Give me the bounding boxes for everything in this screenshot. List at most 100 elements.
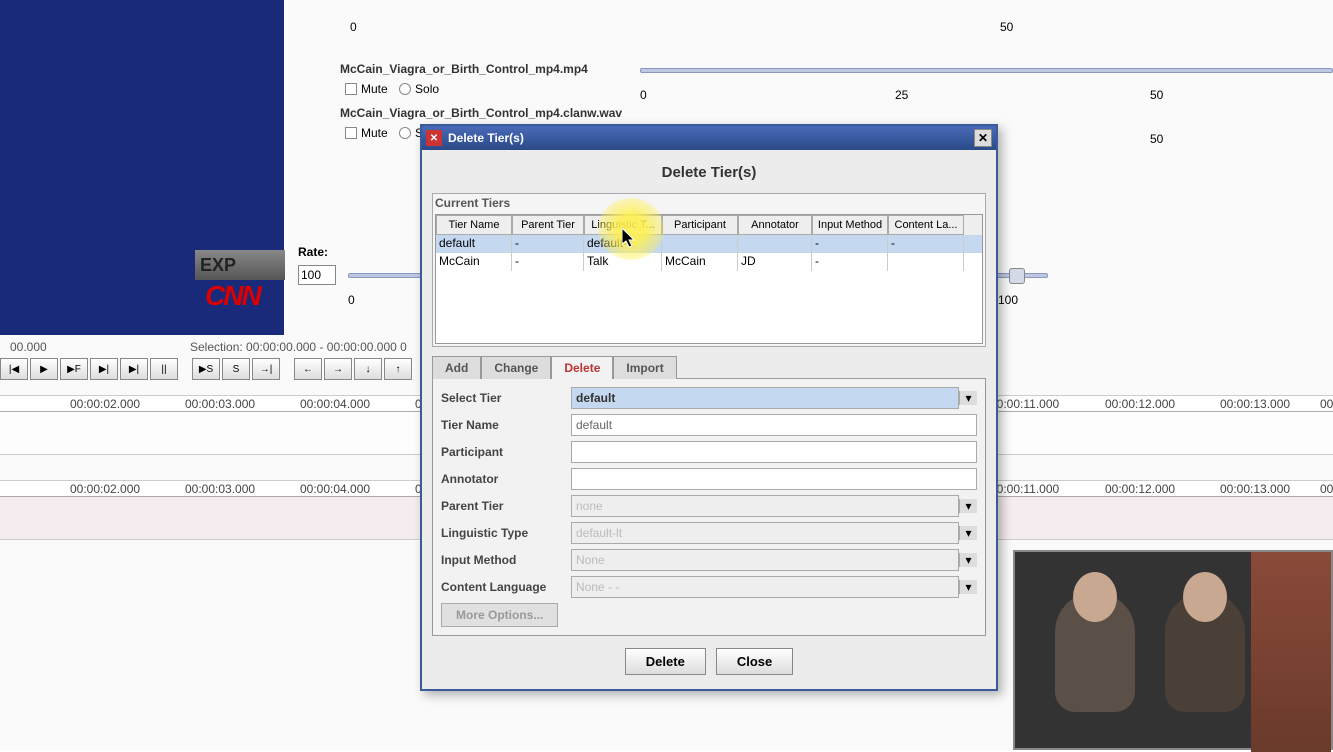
rate-label: Rate: xyxy=(298,245,336,259)
rate-max: 100 xyxy=(998,293,1018,307)
tl1-t11: 00:00:11.000 xyxy=(990,397,1059,411)
chevron-down-icon[interactable]: ▾ xyxy=(959,391,977,405)
axis2-tick-50: 50 xyxy=(1150,88,1163,102)
ctrl-next[interactable]: ▶| xyxy=(90,358,118,380)
tl1-t12: 00:00:12.000 xyxy=(1105,397,1175,411)
axis3-tick-50: 50 xyxy=(1150,132,1163,146)
col-linguistic-type[interactable]: Linguistic T... xyxy=(584,215,662,235)
axis2-tick-0: 0 xyxy=(640,88,647,102)
tab-import[interactable]: Import xyxy=(613,356,676,379)
media-file-2: McCain_Viagra_or_Birth_Control_mp4.clanw… xyxy=(340,106,622,120)
tl2-t14: 00:00:14.000 xyxy=(1320,482,1333,496)
ctrl-play-frame[interactable]: ▶F xyxy=(60,358,88,380)
chevron-down-icon: ▾ xyxy=(959,499,977,513)
current-tiers-label: Current Tiers xyxy=(435,196,983,210)
dialog-icon: ✕ xyxy=(426,130,442,146)
select-tier-combo[interactable]: default xyxy=(571,387,959,409)
rate-input[interactable] xyxy=(298,265,336,285)
close-icon[interactable]: ✕ xyxy=(974,129,992,147)
axis2-tick-25: 25 xyxy=(895,88,908,102)
playback-controls: |◀ ▶ ▶F ▶| ▶| || ▶S S →| ← → ↓ ↑ xyxy=(0,358,420,382)
input-method-label: Input Method xyxy=(441,553,571,567)
webcam-overlay xyxy=(1013,550,1333,750)
tl1-t3: 00:00:03.000 xyxy=(185,397,255,411)
form-panel: Select Tier default ▾ Tier Name default … xyxy=(432,378,986,636)
rate-min: 0 xyxy=(348,293,355,307)
tab-add[interactable]: Add xyxy=(432,356,481,379)
axis1-tick-0: 0 xyxy=(350,20,357,34)
ctrl-end[interactable]: ▶| xyxy=(120,358,148,380)
more-options-button[interactable]: More Options... xyxy=(441,603,558,627)
selection-text: Selection: 00:00:00.000 - 00:00:00.000 0 xyxy=(190,340,407,354)
delete-tier-dialog: ✕ Delete Tier(s) ✕ Delete Tier(s) Curren… xyxy=(420,124,998,691)
tab-change[interactable]: Change xyxy=(481,356,551,379)
tl2-t4: 00:00:04.000 xyxy=(300,482,370,496)
ctrl-loop[interactable]: S xyxy=(222,358,250,380)
participant-field[interactable] xyxy=(571,441,977,463)
tl1-t14: 00:00:14.000 xyxy=(1320,397,1333,411)
video-overlay-band: EXP xyxy=(195,250,285,280)
ctrl-down[interactable]: ↓ xyxy=(354,358,382,380)
col-content-lang[interactable]: Content La... xyxy=(888,215,964,235)
ctrl-pause[interactable]: || xyxy=(150,358,178,380)
dialog-titlebar[interactable]: ✕ Delete Tier(s) ✕ xyxy=(422,126,996,150)
dialog-heading: Delete Tier(s) xyxy=(432,156,986,193)
tier-name-field[interactable]: default xyxy=(571,414,977,436)
tier-name-label: Tier Name xyxy=(441,418,571,432)
cnn-logo: CNN xyxy=(205,280,260,312)
annotator-field[interactable] xyxy=(571,468,977,490)
input-method-combo: None xyxy=(571,549,959,571)
select-tier-label: Select Tier xyxy=(441,391,571,405)
tab-bar: Add Change Delete Import xyxy=(432,355,986,378)
video-preview: EXP CNN xyxy=(0,0,284,335)
tl1-t4: 00:00:04.000 xyxy=(300,397,370,411)
table-header: Tier Name Parent Tier Linguistic T... Pa… xyxy=(436,215,982,235)
dialog-title: Delete Tier(s) xyxy=(448,131,524,145)
content-lang-label: Content Language xyxy=(441,580,571,594)
ctrl-rewind-start[interactable]: |◀ xyxy=(0,358,28,380)
axis1-tick-50: 50 xyxy=(1000,20,1013,34)
delete-button[interactable]: Delete xyxy=(625,648,706,675)
timepos: 00.000 xyxy=(10,340,47,360)
tl1-t13: 00:00:13.000 xyxy=(1220,397,1290,411)
ling-type-combo: default-lt xyxy=(571,522,959,544)
tl2-t11: 00:00:11.000 xyxy=(990,482,1059,496)
ling-type-label: Linguistic Type xyxy=(441,526,571,540)
ctrl-right[interactable]: → xyxy=(324,358,352,380)
parent-tier-combo: none xyxy=(571,495,959,517)
parent-tier-label: Parent Tier xyxy=(441,499,571,513)
chevron-down-icon: ▾ xyxy=(959,553,977,567)
media-file-1: McCain_Viagra_or_Birth_Control_mp4.mp4 xyxy=(340,62,588,76)
mute-checkbox-2[interactable]: Mute xyxy=(345,126,388,140)
solo-radio-1[interactable]: Solo xyxy=(399,82,439,96)
tl2-t3: 00:00:03.000 xyxy=(185,482,255,496)
close-button[interactable]: Close xyxy=(716,648,793,675)
ctrl-up[interactable]: ↑ xyxy=(384,358,412,380)
tab-delete[interactable]: Delete xyxy=(551,356,613,379)
tiers-table[interactable]: Tier Name Parent Tier Linguistic T... Pa… xyxy=(435,214,983,344)
tl2-t13: 00:00:13.000 xyxy=(1220,482,1290,496)
chevron-down-icon: ▾ xyxy=(959,526,977,540)
participant-label: Participant xyxy=(441,445,571,459)
table-row[interactable]: McCain-TalkMcCainJD- xyxy=(436,253,982,271)
annotator-label: Annotator xyxy=(441,472,571,486)
col-parent-tier[interactable]: Parent Tier xyxy=(512,215,584,235)
col-input-method[interactable]: Input Method xyxy=(812,215,888,235)
mute-checkbox-1[interactable]: Mute xyxy=(345,82,388,96)
table-row[interactable]: default-default-lt-- xyxy=(436,235,982,253)
col-tier-name[interactable]: Tier Name xyxy=(436,215,512,235)
ctrl-play-sel[interactable]: ▶S xyxy=(192,358,220,380)
rate-slider-thumb[interactable] xyxy=(1009,268,1025,284)
ctrl-goto[interactable]: →| xyxy=(252,358,280,380)
tl2-t12: 00:00:12.000 xyxy=(1105,482,1175,496)
ctrl-play[interactable]: ▶ xyxy=(30,358,58,380)
content-lang-combo: None - - xyxy=(571,576,959,598)
col-annotator[interactable]: Annotator xyxy=(738,215,812,235)
tl2-t2: 00:00:02.000 xyxy=(70,482,140,496)
slider-1[interactable] xyxy=(640,68,1333,73)
chevron-down-icon: ▾ xyxy=(959,580,977,594)
col-participant[interactable]: Participant xyxy=(662,215,738,235)
rate-control: Rate: 0 100 xyxy=(298,245,336,285)
tl1-t2: 00:00:02.000 xyxy=(70,397,140,411)
ctrl-left[interactable]: ← xyxy=(294,358,322,380)
